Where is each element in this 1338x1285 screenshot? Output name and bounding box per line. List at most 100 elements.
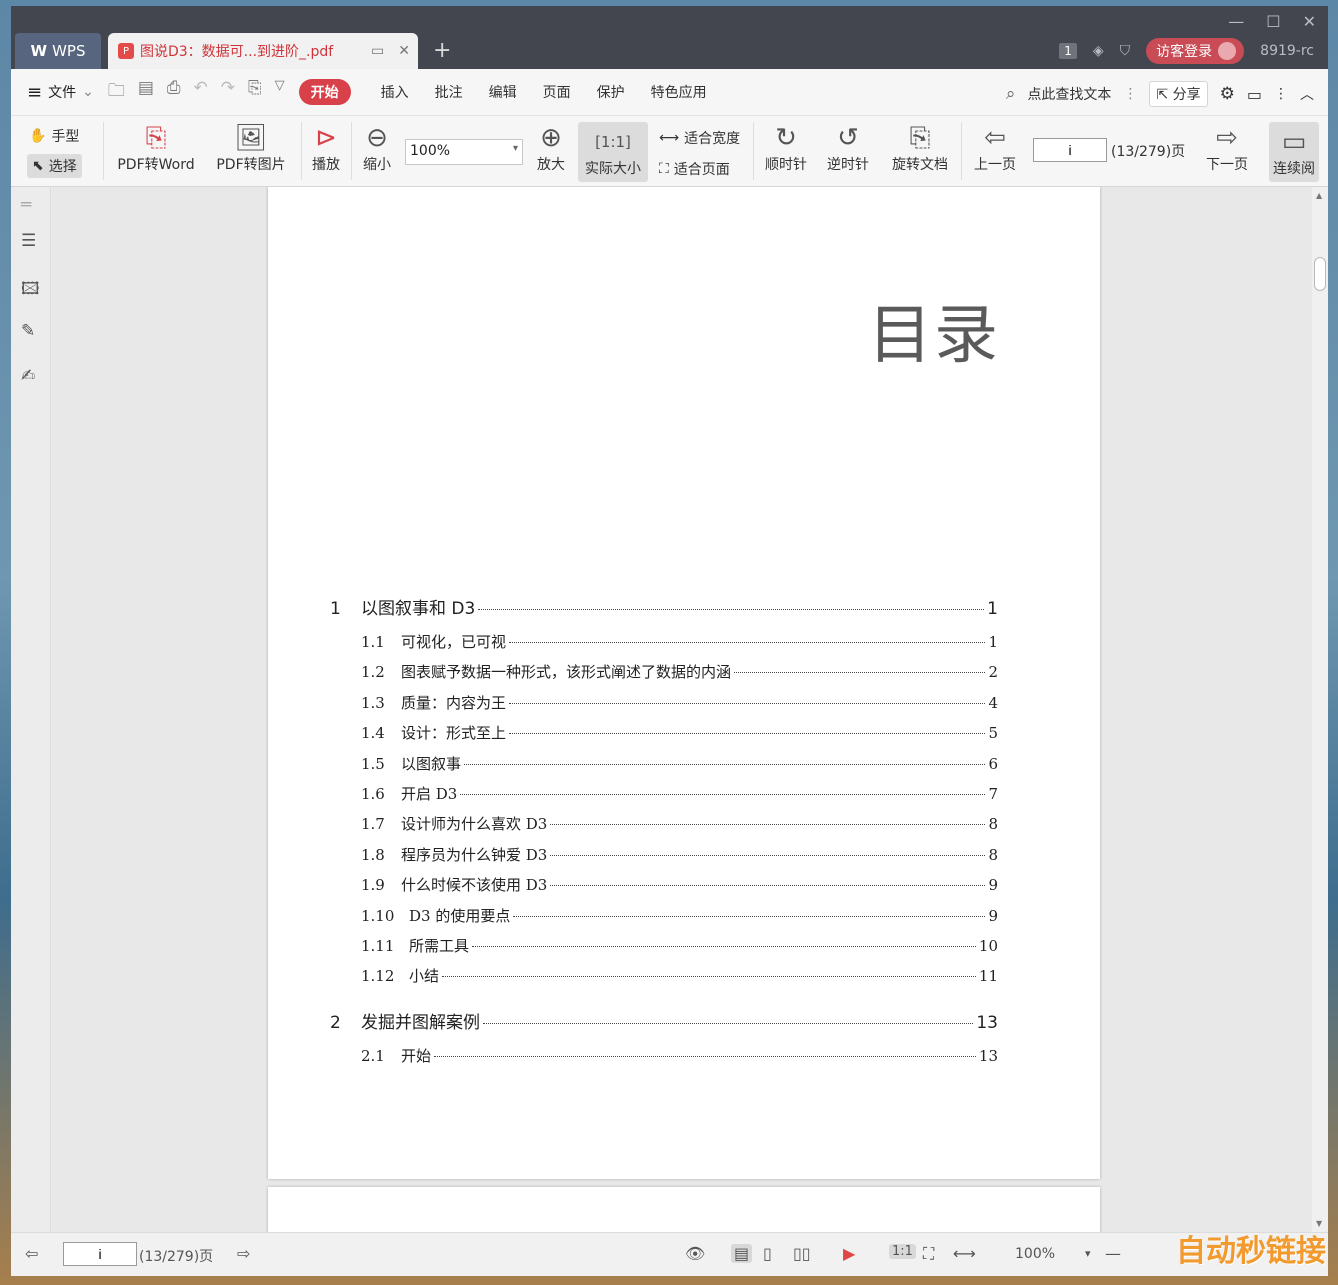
- tab-document-title: 图说D3：数据可...到进阶_.pdf: [140, 44, 334, 60]
- tab-special[interactable]: 特色应用: [651, 82, 707, 102]
- continuous-read-button[interactable]: ▭ 连续阅: [1269, 122, 1319, 182]
- two-page-icon[interactable]: ▯▯: [793, 1244, 811, 1263]
- hamburger-icon: ≡: [27, 81, 43, 103]
- shirt-icon[interactable]: ⛉: [1120, 43, 1131, 59]
- window-count-badge[interactable]: 1: [1059, 43, 1077, 59]
- toc-section-row: 1.8 程序员为什么钟爱 D3 8: [330, 844, 998, 874]
- new-tab-button[interactable]: +: [433, 38, 451, 63]
- login-button[interactable]: 访客登录: [1146, 38, 1245, 64]
- play-button[interactable]: ⊳ 播放: [305, 122, 347, 174]
- close-tab-icon[interactable]: ✕: [398, 43, 410, 59]
- actual-size-label: 实际大小: [585, 161, 641, 177]
- zoom-out-label: 缩小: [363, 157, 391, 173]
- toc-chapter-row: 2 发掘并图解案例 13: [330, 1008, 998, 1045]
- zoom-in-button[interactable]: ⊕ 放大: [531, 122, 571, 174]
- toc-section-row: 1.5 以图叙事 6: [330, 753, 998, 783]
- page-count: (13/279)页: [1111, 144, 1186, 160]
- status-page-input[interactable]: [63, 1242, 137, 1266]
- fit-width-status-icon[interactable]: ⟷: [953, 1244, 976, 1263]
- fit-width-button[interactable]: ⟷ 适合宽度: [659, 128, 740, 148]
- rotate-clockwise-button[interactable]: ↻ 顺时针: [759, 122, 813, 174]
- zoom-dropdown-icon[interactable]: ▾: [1085, 1247, 1091, 1260]
- pdf-page: 目录 1 以图叙事和 D3 1 1.1 可视化，已可视 1 1.2 图表赋予数据一种形式，该形…: [268, 187, 1100, 1179]
- fit-page-button[interactable]: ⛶ 适合页面: [659, 159, 730, 179]
- fit-page-status-icon[interactable]: ⛶: [923, 1244, 934, 1264]
- save-icon[interactable]: ▤: [138, 78, 154, 107]
- single-page-icon[interactable]: ▯: [763, 1244, 772, 1263]
- tab-protect[interactable]: 保护: [597, 82, 625, 102]
- next-page-icon[interactable]: ⇨: [237, 1244, 250, 1263]
- undo-icon[interactable]: ↶: [194, 78, 208, 107]
- export-icon[interactable]: ⎘: [248, 78, 262, 107]
- search-icon[interactable]: ⌕: [1006, 84, 1016, 104]
- drag-handle-icon[interactable]: ═: [21, 195, 31, 215]
- more-dropdown-icon[interactable]: ▽: [275, 78, 285, 107]
- close-window-button[interactable]: ✕: [1303, 12, 1316, 31]
- continuous-view-icon[interactable]: ▤: [731, 1244, 753, 1263]
- tab-start[interactable]: 开始: [298, 79, 351, 105]
- wps-logo-icon: W: [30, 42, 48, 60]
- actual-size-status-icon[interactable]: 1:1: [889, 1244, 916, 1259]
- outline-icon[interactable]: ☰: [21, 231, 36, 251]
- toc-number: 1.7: [361, 815, 385, 834]
- scroll-thumb[interactable]: [1314, 257, 1326, 291]
- actual-size-button[interactable]: [1:1] 实际大小: [578, 122, 648, 182]
- tab-page[interactable]: 页面: [543, 82, 571, 102]
- zoom-out-button[interactable]: ⊖ 缩小: [357, 122, 397, 174]
- toc-number: 1: [330, 599, 341, 619]
- minimize-button[interactable]: —: [1228, 12, 1244, 31]
- tab-edit[interactable]: 编辑: [489, 82, 517, 102]
- prev-page-icon[interactable]: ⇦: [25, 1244, 38, 1263]
- tab-document[interactable]: P 图说D3：数据可...到进阶_.pdf ▭ ✕: [108, 33, 418, 69]
- thumbnail-icon[interactable]: 🖾: [21, 276, 40, 305]
- prev-page-button[interactable]: ⇦ 上一页: [967, 122, 1023, 174]
- page-heading: 目录: [868, 299, 1000, 373]
- toc-number: 1.1: [361, 633, 385, 651]
- settings-gear-icon[interactable]: ⚙: [1220, 84, 1235, 104]
- tab-annotate[interactable]: 批注: [435, 82, 463, 102]
- more-options-icon[interactable]: ⋮: [1274, 86, 1288, 102]
- skin-icon[interactable]: ◈: [1093, 43, 1104, 59]
- signature-icon[interactable]: ✍: [21, 366, 35, 386]
- comment-icon[interactable]: ▭: [1247, 85, 1262, 104]
- play-icon: ⊳: [315, 123, 337, 153]
- pin-monitor-icon[interactable]: ▭: [371, 43, 384, 59]
- open-folder-icon[interactable]: 🗀: [108, 78, 125, 107]
- toc-page-number: 11: [978, 967, 998, 986]
- collapse-ribbon-icon[interactable]: ︿: [1300, 84, 1314, 104]
- print-icon[interactable]: ⎙: [167, 78, 181, 107]
- document-view[interactable]: 目录 1 以图叙事和 D3 1 1.1 可视化，已可视 1 1.2 图表赋予数据一种形式，该形…: [52, 187, 1312, 1232]
- annotation-pen-icon[interactable]: ✎: [21, 321, 35, 341]
- pdf-to-image-button[interactable]: 🖼 PDF转图片: [211, 122, 291, 174]
- tab-insert[interactable]: 插入: [381, 82, 409, 102]
- pdf-to-word-button[interactable]: ⎘ PDF转Word: [113, 122, 199, 174]
- toc-number: 1.5: [361, 754, 385, 773]
- zoom-select[interactable]: 100% ▾: [405, 139, 523, 165]
- tab-wps-home[interactable]: W WPS: [15, 33, 101, 69]
- toc-title: 小结: [409, 967, 440, 986]
- toc-page-number: 9: [988, 876, 998, 895]
- play-slideshow-icon[interactable]: ▶: [843, 1244, 855, 1263]
- zoom-minus-icon[interactable]: —: [1105, 1244, 1121, 1263]
- hand-tool-button[interactable]: ✋ 手型: [29, 126, 79, 146]
- toc-leader-dots: [550, 824, 986, 826]
- share-button[interactable]: ⇱ 分享: [1149, 81, 1208, 107]
- select-tool-button[interactable]: ⬉ 选择: [27, 154, 82, 178]
- eye-protect-icon[interactable]: 👁: [685, 1244, 705, 1263]
- zoom-out-icon: ⊖: [366, 123, 388, 153]
- more-vertical-icon[interactable]: ⋮: [1123, 86, 1137, 102]
- rotate-document-button[interactable]: ⎘ 旋转文档: [885, 122, 955, 174]
- maximize-button[interactable]: ☐: [1266, 12, 1280, 31]
- redo-icon[interactable]: ↷: [221, 78, 235, 107]
- rotate-counterclockwise-button[interactable]: ↺ 逆时针: [821, 122, 875, 174]
- status-zoom-value[interactable]: 100%: [1015, 1246, 1055, 1262]
- toc-title: 以图叙事: [401, 754, 462, 773]
- toc-leader-dots: [460, 793, 986, 795]
- vertical-scrollbar[interactable]: ▲ ▼: [1312, 187, 1328, 1232]
- file-menu[interactable]: ≡ 文件 ⌄: [27, 82, 94, 103]
- page-number-input[interactable]: [1033, 138, 1107, 162]
- toc-title: 可视化，已可视: [401, 633, 507, 651]
- next-page-button[interactable]: ⇨ 下一页: [1201, 122, 1253, 174]
- search-text-field[interactable]: 点此查找文本: [1027, 84, 1111, 104]
- scroll-up-icon[interactable]: ▲: [1316, 191, 1322, 200]
